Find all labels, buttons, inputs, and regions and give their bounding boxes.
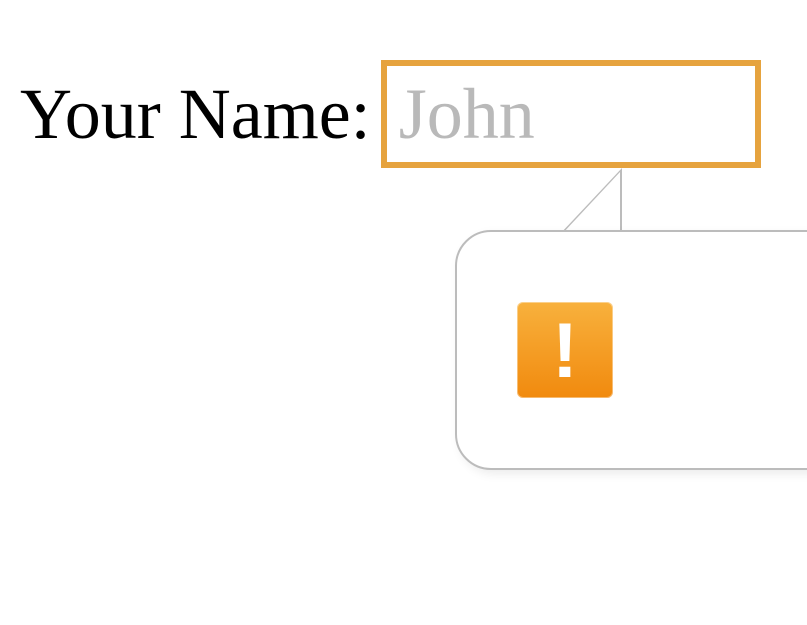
validation-tooltip: ! <box>455 230 807 470</box>
name-label: Your Name: <box>20 73 371 156</box>
warning-icon: ! <box>517 302 613 398</box>
name-form-row: Your Name: <box>20 60 761 168</box>
name-input[interactable] <box>381 60 761 168</box>
warning-glyph: ! <box>552 311 578 389</box>
